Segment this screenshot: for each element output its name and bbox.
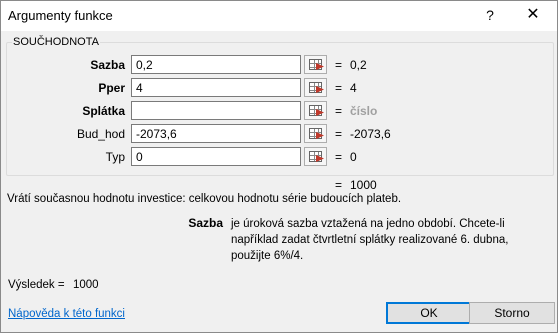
- equals-sign: =: [335, 150, 343, 164]
- cancel-button[interactable]: Storno: [469, 302, 555, 324]
- range-select-icon: [309, 82, 322, 93]
- ref-select-typ-button[interactable]: [304, 147, 327, 166]
- equals-sign: =: [335, 58, 343, 72]
- equals-sign: =: [335, 81, 343, 95]
- help-question-icon[interactable]: ?: [479, 4, 501, 26]
- arg-result-pper: 4: [350, 81, 357, 95]
- result-label: Výsledek =: [8, 279, 65, 291]
- ref-select-bud-hod-button[interactable]: [304, 124, 327, 143]
- arg-input-bud-hod[interactable]: [131, 124, 301, 143]
- total-result: 1000: [350, 178, 377, 192]
- function-description: Vrátí současnou hodnotu investice: celko…: [7, 193, 402, 205]
- title-bar: Argumenty funkce ? ✕: [1, 1, 557, 31]
- arg-label-typ: Typ: [105, 150, 125, 164]
- arg-label-sazba: Sazba: [90, 58, 125, 72]
- argument-help-text: je úroková sazba vztažená na jedno obdob…: [231, 218, 509, 262]
- equals-sign: =: [335, 127, 343, 141]
- arg-result-sazba: 0,2: [350, 58, 367, 72]
- range-select-icon: [309, 128, 322, 139]
- arg-input-sazba[interactable]: [131, 55, 301, 74]
- close-icon[interactable]: ✕: [522, 4, 544, 26]
- arg-input-typ[interactable]: [131, 147, 301, 166]
- range-select-icon: [309, 151, 322, 162]
- arg-input-pper[interactable]: [131, 78, 301, 97]
- arg-label-splatka: Splátka: [82, 104, 125, 118]
- equals-sign: =: [335, 104, 343, 118]
- arg-result-typ: 0: [350, 150, 357, 164]
- ok-button[interactable]: OK: [386, 302, 472, 324]
- function-help-link[interactable]: Nápověda k této funkci: [8, 308, 125, 320]
- arg-input-splatka[interactable]: [131, 101, 301, 120]
- arg-result-splatka: číslo: [350, 104, 378, 118]
- total-equals-sign: =: [335, 178, 343, 192]
- result-value: 1000: [73, 279, 99, 291]
- range-select-icon: [309, 59, 322, 70]
- argument-help-name: Sazba: [188, 216, 223, 230]
- arg-label-bud-hod: Bud_hod: [76, 127, 125, 141]
- ref-select-sazba-button[interactable]: [304, 55, 327, 74]
- function-arguments-dialog: Argumenty funkce ? ✕ SOUČHODNOTA Sazba =…: [0, 0, 558, 333]
- window-title: Argumenty funkce: [8, 8, 113, 23]
- ref-select-pper-button[interactable]: [304, 78, 327, 97]
- ref-select-splatka-button[interactable]: [304, 101, 327, 120]
- function-name: SOUČHODNOTA: [12, 36, 100, 48]
- range-select-icon: [309, 105, 322, 116]
- arg-label-pper: Pper: [98, 81, 125, 95]
- arg-result-bud-hod: -2073,6: [350, 127, 391, 141]
